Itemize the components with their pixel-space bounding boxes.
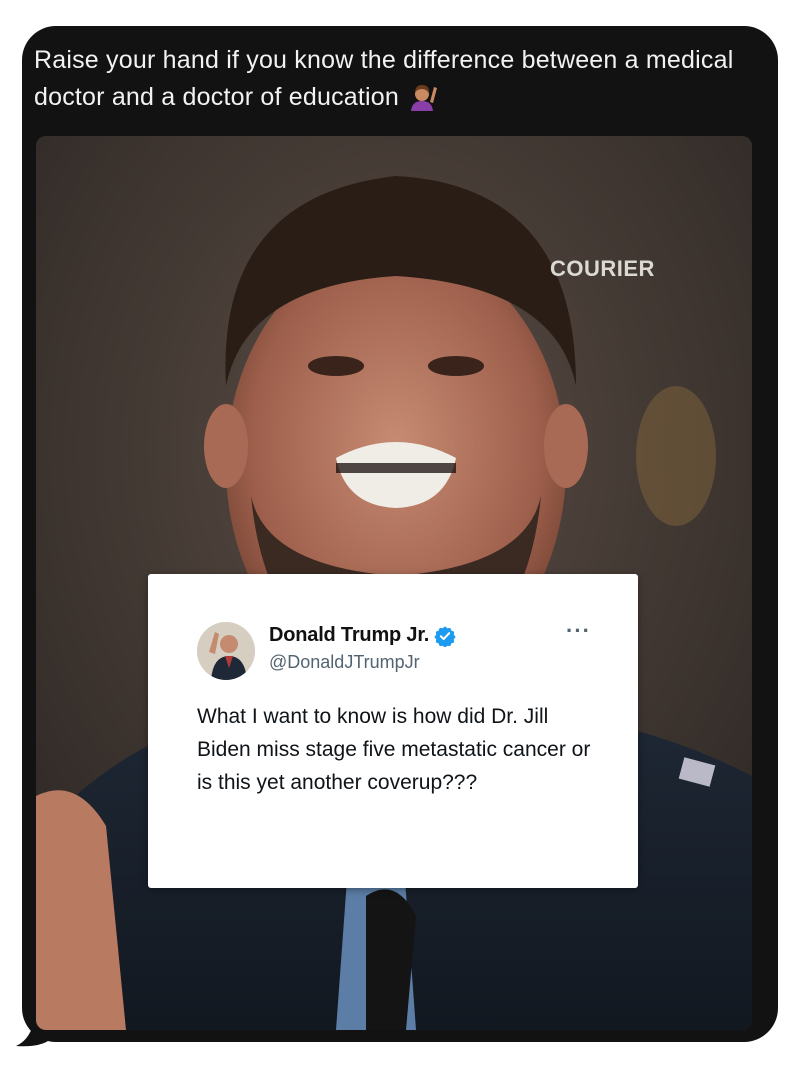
tweet-author-row: Donald Trump Jr. [269,624,456,647]
tweet-author-name[interactable]: Donald Trump Jr. [269,624,429,647]
more-options-icon[interactable]: ··· [566,618,591,644]
verified-badge-icon [434,625,456,647]
avatar-image [197,622,255,680]
person-raising-hand-emoji [411,85,438,111]
message-text: Raise your hand if you know the differen… [34,42,754,116]
tweet-author-handle[interactable]: @DonaldJTrumpJr [269,652,420,673]
courier-watermark: COURIER [550,256,655,281]
embedded-tweet-card[interactable]: Donald Trump Jr. @DonaldJTrumpJr ··· Wha… [148,574,638,888]
avatar[interactable] [197,622,255,680]
message-text-content: Raise your hand if you know the differen… [34,46,734,111]
tweet-text: What I want to know is how did Dr. Jill … [197,705,591,794]
attached-image[interactable]: COURIER Donald Trump Jr. @DonaldJTrumpJr… [36,136,752,1030]
